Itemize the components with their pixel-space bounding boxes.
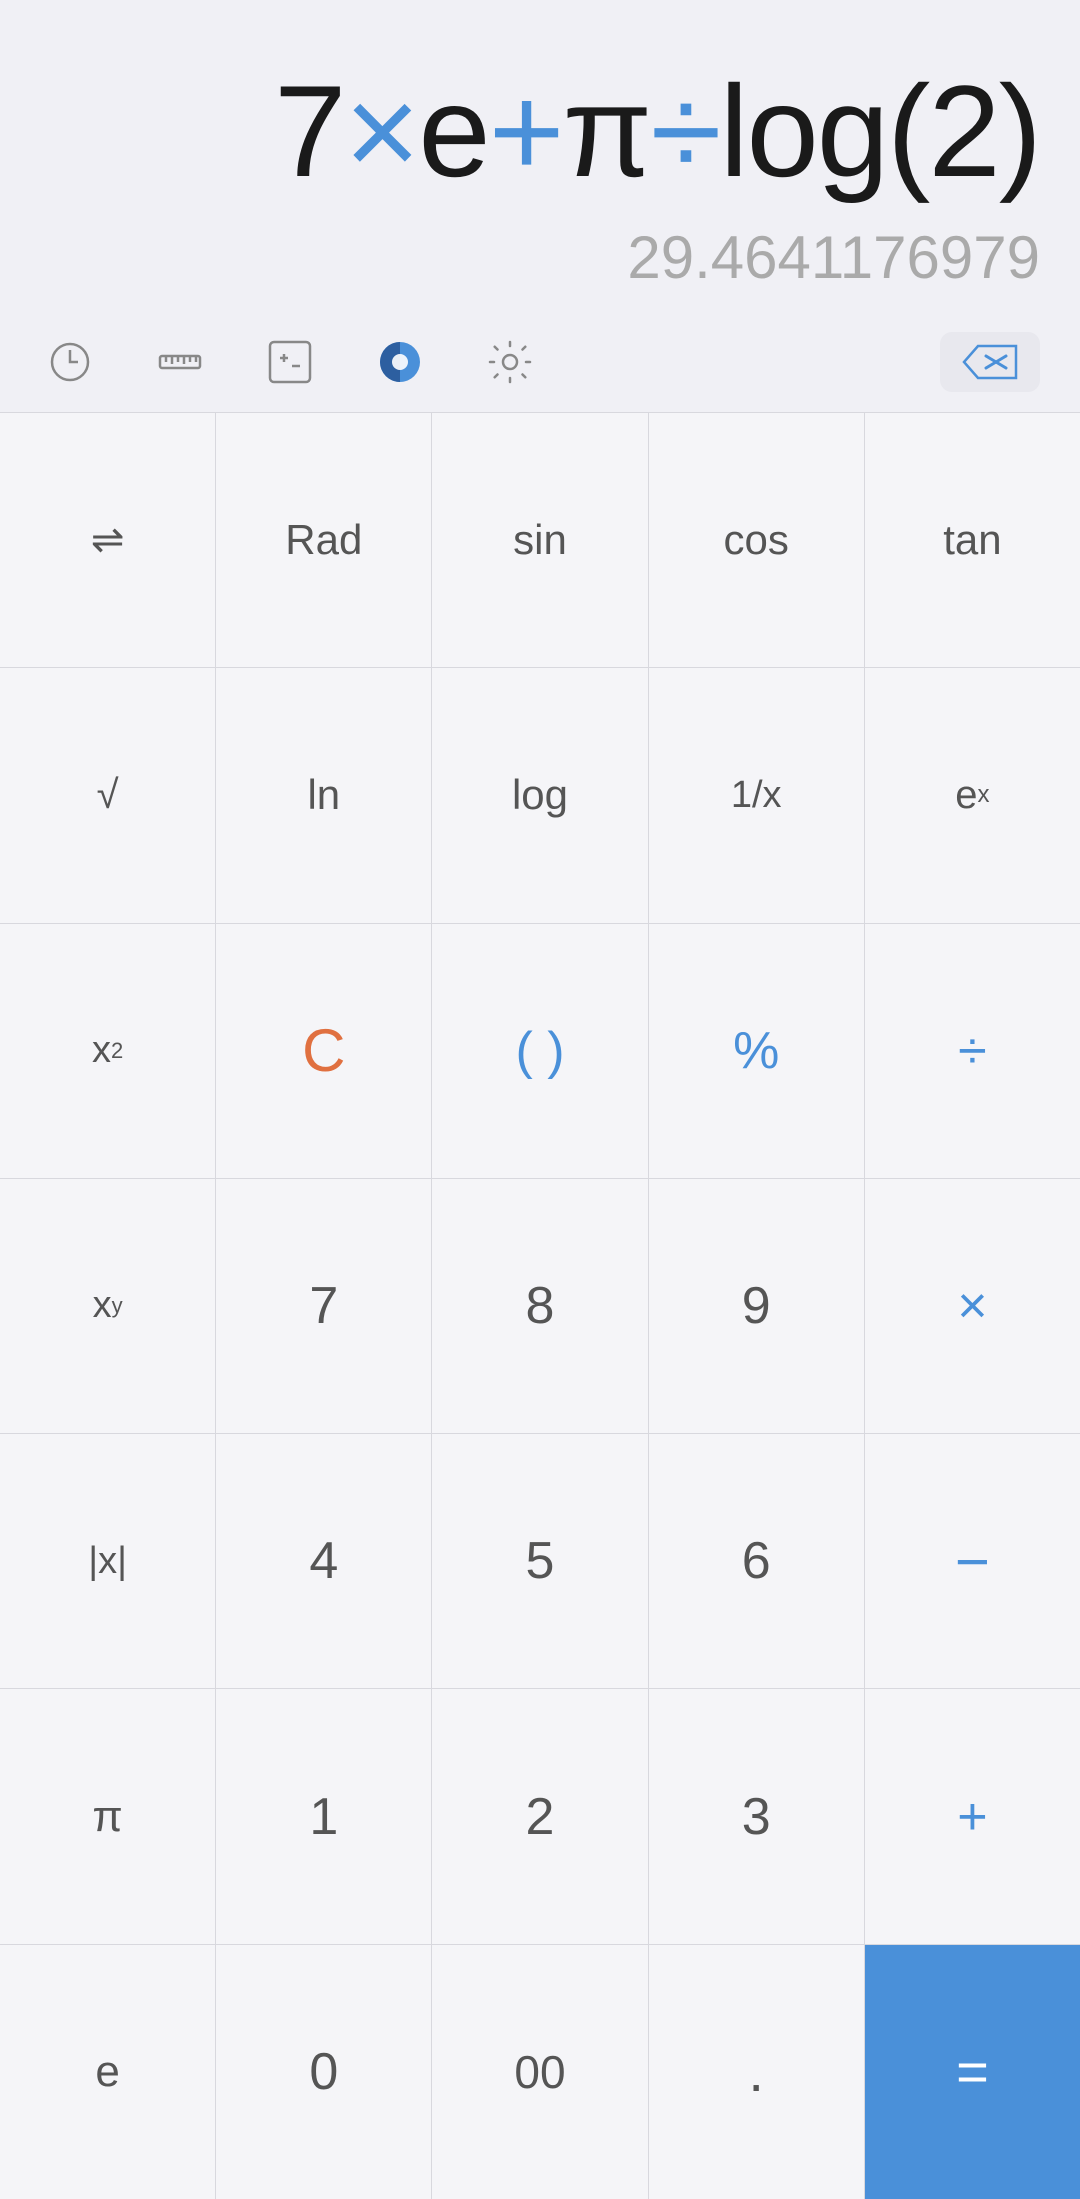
expr-div: ÷ [650,58,719,204]
double-zero-key[interactable]: 00 [432,1945,648,2199]
expr-pi: π [563,58,651,204]
decimal-key[interactable]: . [649,1945,865,2199]
expr-e: e [418,58,488,204]
sqrt-key[interactable]: √ [0,668,216,922]
one-key[interactable]: 1 [216,1689,432,1943]
reciprocal-key[interactable]: 1/x [649,668,865,922]
ln-key[interactable]: ln [216,668,432,922]
plusminus-button[interactable] [260,332,320,392]
subtract-key[interactable]: − [865,1434,1080,1688]
settings-button[interactable] [480,332,540,392]
six-key[interactable]: 6 [649,1434,865,1688]
sin-key[interactable]: sin [432,413,648,667]
exp-key[interactable]: ex [865,668,1080,922]
square-key[interactable]: x2 [0,924,216,1178]
add-key[interactable]: + [865,1689,1080,1943]
expr-plus: + [489,58,563,204]
log-key[interactable]: log [432,668,648,922]
keypad: ⇌ Rad sin cos tan √ ln log 1/x ex x2 C (… [0,412,1080,2199]
backspace-button[interactable] [940,332,1040,392]
power-key[interactable]: xy [0,1179,216,1433]
five-key[interactable]: 5 [432,1434,648,1688]
four-key[interactable]: 4 [216,1434,432,1688]
expr-times: × [344,58,418,204]
swap-key[interactable]: ⇌ [0,413,216,667]
expr-log: log(2) [720,58,1040,204]
keypad-row-6: π 1 2 3 + [0,1688,1080,1943]
expression: 7×e+π÷log(2) [40,60,1040,203]
seven-key[interactable]: 7 [216,1179,432,1433]
rad-key[interactable]: Rad [216,413,432,667]
nine-key[interactable]: 9 [649,1179,865,1433]
history-button[interactable] [40,332,100,392]
tan-key[interactable]: tan [865,413,1080,667]
clear-key[interactable]: C [216,924,432,1178]
two-key[interactable]: 2 [432,1689,648,1943]
keypad-row-1: ⇌ Rad sin cos tan [0,412,1080,667]
pi-key[interactable]: π [0,1689,216,1943]
equals-key[interactable]: = [865,1945,1080,2199]
abs-key[interactable]: |x| [0,1434,216,1688]
keypad-row-5: |x| 4 5 6 − [0,1433,1080,1688]
multiply-key[interactable]: × [865,1179,1080,1433]
euler-key[interactable]: e [0,1945,216,2199]
result: 29.4641176979 [627,223,1040,292]
three-key[interactable]: 3 [649,1689,865,1943]
keypad-row-3: x2 C ( ) % ÷ [0,923,1080,1178]
percent-key[interactable]: % [649,924,865,1178]
ruler-button[interactable] [150,332,210,392]
zero-key[interactable]: 0 [216,1945,432,2199]
keypad-row-4: xy 7 8 9 × [0,1178,1080,1433]
display-area: 7×e+π÷log(2) 29.4641176979 [0,0,1080,312]
expr-7: 7 [274,58,344,204]
cos-key[interactable]: cos [649,413,865,667]
keypad-row-2: √ ln log 1/x ex [0,667,1080,922]
toolbar [0,312,1080,412]
eight-key[interactable]: 8 [432,1179,648,1433]
theme-button[interactable] [370,332,430,392]
keypad-row-7: e 0 00 . = [0,1944,1080,2199]
parens-key[interactable]: ( ) [432,924,648,1178]
divide-key[interactable]: ÷ [865,924,1080,1178]
